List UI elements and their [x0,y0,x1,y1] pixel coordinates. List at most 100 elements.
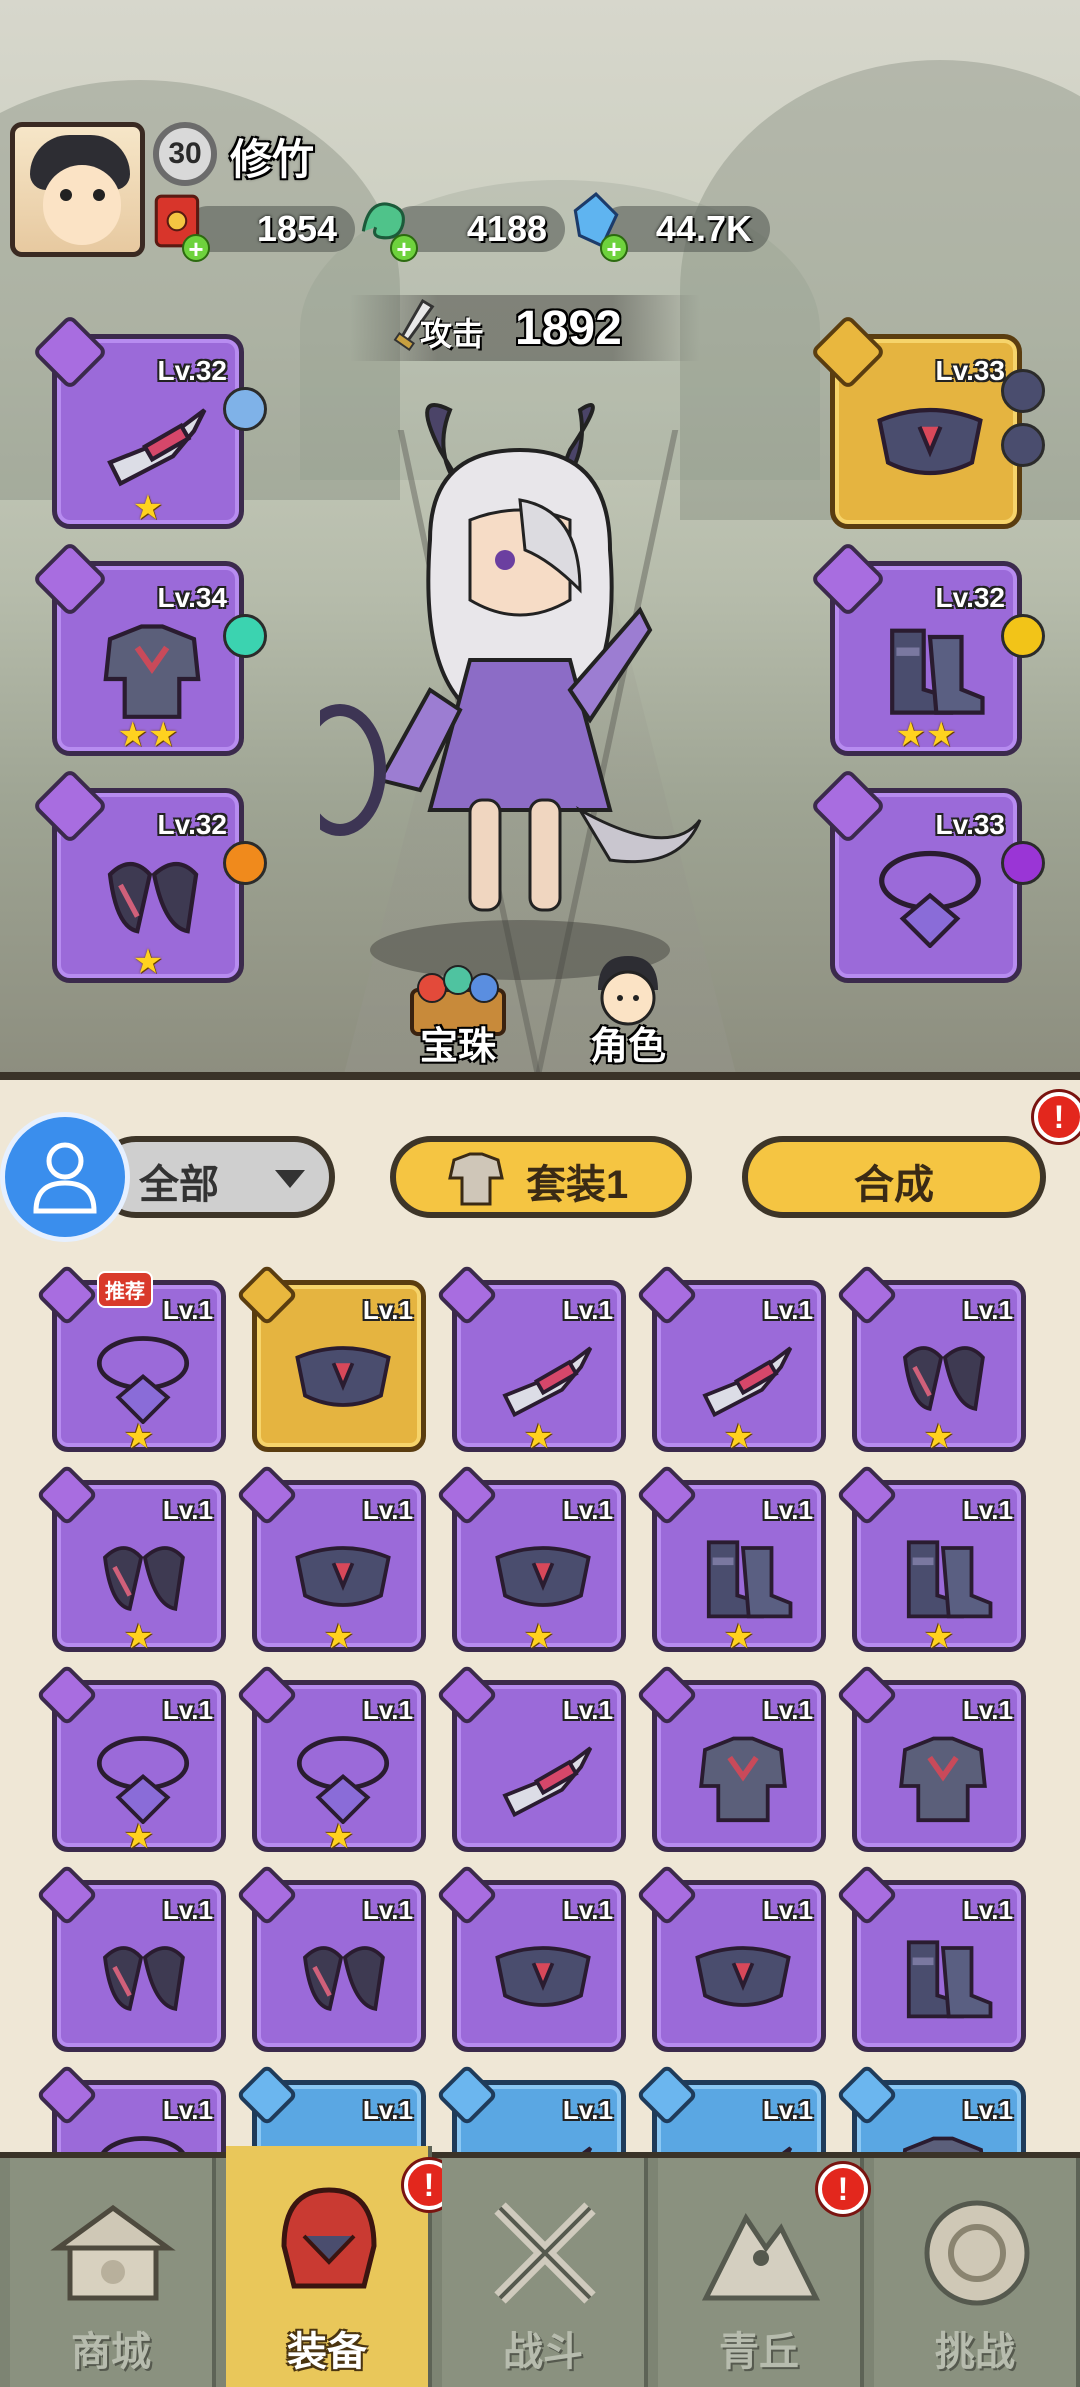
inventory-item[interactable]: Lv.1 ★ [35,1463,226,1656]
bracer-icon [103,1546,185,1612]
weapon-type-icon [635,2063,699,2127]
equipped-slot-armor[interactable]: Lv.34 ★★ [31,540,267,756]
inventory-item[interactable]: Lv.1 ★ [35,1663,226,1856]
gem-socket-icon [223,841,267,885]
star-rating: ★ [723,1418,755,1456]
add-crystal-button[interactable]: + [600,234,628,262]
resource-value: 1854 [256,208,337,249]
weapon-icon [107,408,207,487]
player-avatar[interactable] [10,122,145,257]
inventory-item[interactable]: Lv.1 ★ [235,1663,426,1856]
resource-value: 4188 [466,208,547,249]
nav-tab-5[interactable]: 挑战 [874,2158,1080,2387]
inventory-item[interactable]: Lv.1 ★ [635,1463,826,1656]
equipped-slot-boots[interactable]: Lv.32 ★★ [809,540,1045,756]
item-level: Lv.33 [935,809,1005,840]
inventory-item[interactable]: Lv.1 ★ [835,1463,1026,1656]
add-jade-button[interactable]: + [390,234,418,262]
gem-socket-icon [1001,369,1045,413]
inventory-item[interactable]: Lv.1 [435,1863,626,2052]
star-rating: ★ [123,1818,155,1856]
inventory-item[interactable]: Lv.1 [35,1863,226,2052]
nav-tab-4[interactable]: 青丘! [658,2158,868,2387]
item-level: Lv.32 [157,355,227,386]
weapon-type-icon [235,2063,299,2127]
armor-type-icon [835,2063,899,2127]
star-rating: ★ [323,1618,355,1656]
necklace-type-icon [35,2063,99,2127]
equipped-slot-necklace[interactable]: Lv.33 [809,767,1045,983]
weapon-type-icon [435,2063,499,2127]
star-rating: ★ [123,1418,155,1456]
inventory-item[interactable]: Lv.1 ★ 推荐 [35,1263,226,1456]
weapon-icon [502,1346,593,1418]
star-rating: ★ [923,1618,955,1656]
armor-set-icon [448,1152,504,1206]
nav-tab-label: 挑战 [935,2330,1015,2374]
inventory-item[interactable]: Lv.1 [835,1863,1026,2052]
inventory-item[interactable]: Lv.1 [635,1863,826,2052]
inventory-item[interactable]: Lv.1 [235,1263,426,1452]
orbs-button[interactable]: 宝珠 [378,960,538,1070]
inventory-panel: 全部 套装1 合成 ! Lv.1 ★ 推荐 Lv.1 Lv.1 ★ Lv.1 ★ … [0,1072,1080,2252]
gem-socket-icon [1001,423,1045,467]
nav-tab-2[interactable]: 装备! [226,2146,454,2387]
boots-type-icon [835,1463,899,1527]
resource-red-envelope: 1854 [185,206,355,252]
merge-label: 合成 [854,1163,934,1207]
inventory-item[interactable]: Lv.1 [235,1863,426,2052]
boots-icon [906,1940,993,2019]
star-rating: ★ [132,943,164,981]
item-level: Lv.1 [562,1295,613,1325]
helmet-icon [281,2187,377,2289]
user-icon [33,1142,97,1214]
armor-type-icon [835,1663,899,1727]
inventory-item[interactable]: Lv.1 ★ [235,1463,426,1656]
inventory-item[interactable]: Lv.1 ★ [635,1263,826,1456]
boots-type-icon [635,1463,699,1527]
character-button[interactable]: 角色 [548,956,708,1070]
nav-tab-label: 商城 [71,2330,151,2374]
inventory-item[interactable]: Lv.1 ★ [435,1463,626,1656]
inventory-item[interactable]: Lv.1 [435,1663,626,1852]
belt-icon [295,1346,391,1407]
hero-character[interactable] [320,390,720,990]
item-level: Lv.1 [362,1695,413,1725]
bottom-navigation: 商城 装备! 战斗 青丘! 挑战 [0,2146,1080,2387]
crossed-swords-icon [494,2202,596,2304]
bracer-icon [303,1946,385,2012]
bracer-icon [903,1346,985,1412]
filter-all-label: 全部 [139,1163,219,1207]
set-label: 套装1 [526,1163,629,1207]
merge-button[interactable]: 合成 [742,1136,1046,1218]
item-level: Lv.1 [162,1495,213,1525]
bracer-type-icon [35,1463,99,1527]
nav-tab-1[interactable]: 商城 [10,2158,216,2387]
item-level: Lv.1 [962,1495,1013,1525]
inventory-item[interactable]: Lv.1 [835,1663,1026,1852]
filter-all-dropdown[interactable]: 全部 [95,1136,335,1218]
inventory-item[interactable]: Lv.1 ★ [835,1263,1026,1456]
boots-icon [906,1540,993,1619]
belt-type-icon [235,1463,299,1527]
item-level: Lv.1 [362,1295,413,1325]
assistant-float-button[interactable] [0,1112,130,1242]
nav-tab-3[interactable]: 战斗 [442,2158,648,2387]
belt-type-icon [435,1463,499,1527]
player-name: 修竹 [230,136,315,183]
star-rating: ★ [723,1618,755,1656]
inventory-item[interactable]: Lv.1 [635,1663,826,1852]
equipped-slot-weapon[interactable]: Lv.32 ★ [31,313,267,529]
set-button[interactable]: 套装1 [390,1136,692,1218]
add-red-envelope-button[interactable]: + [182,234,210,262]
item-level: Lv.1 [762,1895,813,1925]
boots-icon [890,628,985,715]
nav-tab-label: 战斗 [503,2330,583,2374]
item-level: Lv.1 [562,1695,613,1725]
belt-icon [495,1546,591,1607]
necklace-icon [879,850,981,948]
mountain-icon [701,2213,821,2301]
equipped-slot-belt[interactable]: Lv.33 [809,313,1045,529]
equipped-slot-bracer[interactable]: Lv.32 ★ [31,767,267,983]
inventory-item[interactable]: Lv.1 ★ [435,1263,626,1456]
